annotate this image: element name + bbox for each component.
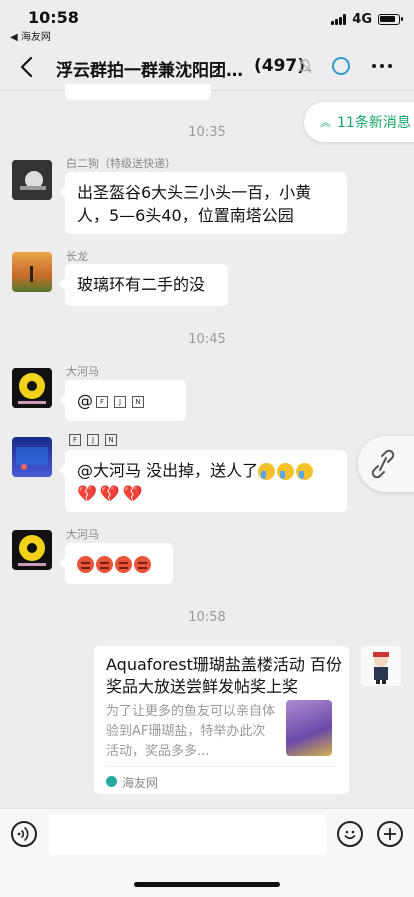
- network-label: 4G: [352, 12, 372, 27]
- avatar[interactable]: [12, 437, 52, 477]
- back-arrow-icon[interactable]: [18, 56, 38, 78]
- crying-emoji-icon: [277, 463, 295, 480]
- angry-emoji-icon: [134, 556, 151, 573]
- crying-emoji-icon: [296, 463, 314, 480]
- avatar[interactable]: [12, 530, 52, 570]
- timestamp: 10:45: [188, 332, 226, 347]
- source-logo-icon: [106, 776, 117, 787]
- name-glyph: J: [87, 434, 99, 446]
- angry-emoji-icon: [115, 556, 132, 573]
- card-divider: [106, 766, 337, 767]
- message-bubble[interactable]: [59, 543, 173, 584]
- timestamp: 10:58: [188, 610, 226, 625]
- message-bubble[interactable]: 出圣盔谷6大头三小头一百，小黄人，5—6头40，位置南塔公园: [59, 172, 347, 234]
- angry-emoji-icon: [77, 556, 94, 573]
- status-time: 10:58: [28, 8, 79, 27]
- chat-title: 浮云群拍一群兼沈阳团…: [56, 61, 243, 81]
- message-bubble[interactable]: @大河马 没出掉，送人了 💔 💔 💔: [59, 450, 347, 512]
- message-bubble[interactable]: 玻璃环有二手的没: [59, 264, 228, 306]
- emoji-icon[interactable]: [337, 821, 363, 847]
- broken-heart-icon: 💔: [77, 484, 97, 503]
- back-to-app-link[interactable]: ◀ 海友网: [10, 28, 51, 43]
- signal-icon: [331, 14, 347, 25]
- previous-message-bubble: [65, 84, 211, 100]
- sender-name: 大河马: [66, 528, 99, 541]
- link-card[interactable]: Aquaforest珊瑚盐盖楼活动 百份奖品大放送尝鲜发帖奖上奖 为了让更多的鱼…: [94, 646, 349, 794]
- card-title: Aquaforest珊瑚盐盖楼活动 百份奖品大放送尝鲜发帖奖上奖: [106, 655, 342, 696]
- sender-name: 长龙: [66, 250, 88, 263]
- more-options-icon[interactable]: [372, 64, 392, 68]
- name-glyph: F: [96, 395, 108, 408]
- message-text: @大河马 没出掉，送人了: [77, 461, 259, 480]
- sender-name: 白二狗（特级送快递）: [66, 157, 176, 170]
- broken-heart-icon: 💔: [99, 484, 120, 503]
- crying-emoji-icon: [258, 463, 276, 480]
- add-attachment-icon[interactable]: [377, 821, 403, 847]
- avatar[interactable]: [12, 160, 52, 200]
- name-glyph: J: [114, 395, 126, 408]
- name-glyph: N: [105, 434, 117, 446]
- mention-symbol: @: [77, 391, 93, 410]
- name-glyph: N: [132, 395, 144, 408]
- battery-icon: [378, 14, 403, 25]
- home-indicator[interactable]: [134, 882, 280, 887]
- my-avatar[interactable]: [361, 646, 401, 686]
- status-indicators: 4G: [331, 12, 403, 27]
- voice-input-icon[interactable]: [11, 821, 37, 847]
- mute-bell-icon: [298, 58, 312, 78]
- sender-name: FJN: [66, 433, 120, 446]
- name-glyph: F: [69, 434, 81, 446]
- message-input[interactable]: [49, 815, 326, 855]
- avatar[interactable]: [12, 368, 52, 408]
- link-icon: [371, 449, 395, 479]
- card-source: 海友网: [122, 776, 159, 790]
- message-bubble[interactable]: @ F J N: [59, 380, 186, 421]
- timestamp: 10:35: [188, 125, 226, 140]
- link-float-button[interactable]: [358, 436, 414, 492]
- card-thumbnail: [286, 700, 332, 756]
- status-circle-icon[interactable]: [332, 57, 350, 75]
- card-description: 为了让更多的鱼友可以亲自体验到AF珊瑚盐，特举办此次活动，奖品多多...: [106, 704, 276, 759]
- sender-name: 大河马: [66, 365, 99, 378]
- broken-heart-icon: 💔: [122, 484, 143, 503]
- avatar[interactable]: [12, 252, 52, 292]
- angry-emoji-icon: [96, 556, 113, 573]
